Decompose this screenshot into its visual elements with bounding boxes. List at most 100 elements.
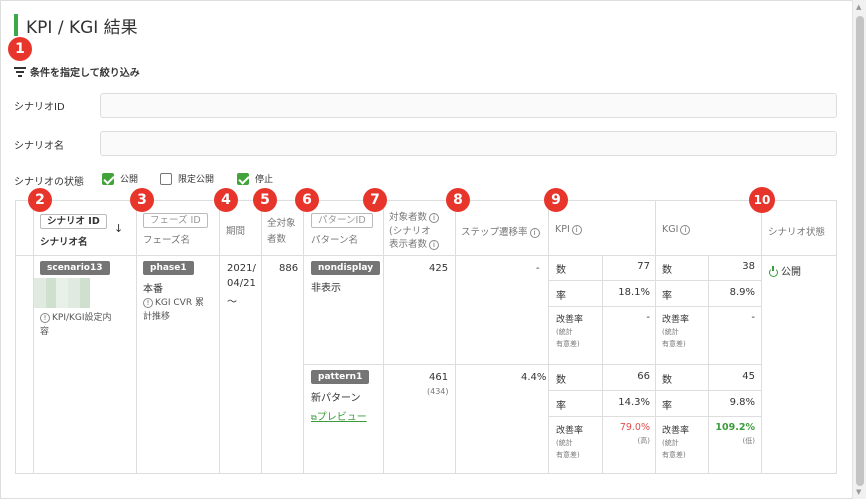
step-rate: - xyxy=(536,263,540,274)
checkbox-checked-icon xyxy=(102,172,114,185)
column-pattern-name[interactable]: パターン名 xyxy=(311,232,358,246)
info-icon[interactable]: i xyxy=(429,239,440,250)
kgi-count: 38 xyxy=(742,261,755,272)
kpi-count: 77 xyxy=(637,261,650,272)
sort-phase-id-button[interactable]: フェーズ ID xyxy=(143,213,208,228)
column-total-line1: 全対象 xyxy=(267,218,296,229)
kpi-rate-label: 率 xyxy=(556,401,566,412)
vertical-scrollbar[interactable]: ▲ ▼ xyxy=(852,0,866,499)
status-option-label: 公開 xyxy=(120,175,139,185)
column-scenario-status: シナリオ状態 xyxy=(768,227,826,238)
kgi-rate-label: 率 xyxy=(662,401,672,412)
column-target-line2: (シナリオ xyxy=(389,226,431,237)
period-line3: 〜 xyxy=(227,297,237,308)
kpi-improvement: 79.0% xyxy=(619,422,650,433)
sort-scenario-id-button[interactable]: シナリオ ID xyxy=(40,214,107,229)
info-icon: ! xyxy=(40,312,50,323)
annotation-badge-7: 7 xyxy=(363,188,387,212)
kpi-imp-sub1: (統計 xyxy=(556,328,573,336)
checkbox-checked-icon xyxy=(237,172,249,185)
kpi-imp-sub2: 有意差) xyxy=(556,451,580,459)
total-count: 886 xyxy=(279,263,299,274)
kpi-setting-link[interactable]: ! KPI/KGI設定内 xyxy=(40,310,112,323)
phase-id-tag[interactable]: phase1 xyxy=(143,261,194,275)
scenario-name-input[interactable] xyxy=(100,131,837,156)
kgi-count-label: 数 xyxy=(662,265,672,276)
column-period: 期間 xyxy=(226,226,246,237)
kpi-significance: (高) xyxy=(637,437,650,445)
kpi-rate-label: 率 xyxy=(556,291,566,302)
checkbox-unchecked-icon xyxy=(160,172,172,185)
annotation-badge-2: 2 xyxy=(28,188,52,212)
target-count-displayed: (434) xyxy=(427,387,449,396)
kpi-setting-link-cont: 容 xyxy=(40,327,50,337)
scenario-status: 公開 xyxy=(769,263,801,278)
scroll-down-icon[interactable]: ▼ xyxy=(856,488,861,496)
kpi-rate: 18.1% xyxy=(618,287,650,298)
scroll-up-icon[interactable]: ▲ xyxy=(856,3,861,11)
pattern-name: 非表示 xyxy=(311,283,341,294)
kpi-imp-sub1: (統計 xyxy=(556,439,573,447)
status-label: シナリオの状態 xyxy=(14,177,84,188)
title-accent xyxy=(14,14,18,36)
filter-icon xyxy=(14,67,26,77)
kpi-improvement: - xyxy=(646,312,650,323)
annotation-badge-4: 4 xyxy=(214,188,238,212)
kgi-improvement: - xyxy=(751,312,755,323)
annotation-badge-3: 3 xyxy=(130,188,154,212)
preview-link[interactable]: ⧉プレビュー xyxy=(311,408,367,423)
status-checkbox-public[interactable]: 公開 xyxy=(102,172,138,185)
info-icon[interactable]: i xyxy=(571,224,582,235)
sort-arrow-icon[interactable]: ↓ xyxy=(114,222,123,235)
scrollbar-thumb[interactable] xyxy=(856,16,864,486)
kgi-improvement: 109.2% xyxy=(715,422,755,433)
scenario-name-redacted xyxy=(34,278,90,308)
target-count: 425 xyxy=(429,263,449,274)
column-phase-name[interactable]: フェーズ名 xyxy=(143,232,190,246)
kgi-rate: 8.9% xyxy=(729,287,755,298)
column-kgi: KGI i xyxy=(662,224,691,235)
scenario-id-tag[interactable]: scenario13 xyxy=(40,261,110,275)
kgi-imp-sub1: (統計 xyxy=(662,328,679,336)
annotation-badge-6: 6 xyxy=(295,188,319,212)
info-icon[interactable]: i xyxy=(529,227,540,238)
filter-toggle[interactable]: 条件を指定して絞り込み xyxy=(14,64,140,79)
target-count: 461 xyxy=(429,372,449,383)
power-icon xyxy=(769,265,778,277)
column-step-rate: ステップ遷移率 i xyxy=(461,224,540,238)
pattern-name: 新パターン xyxy=(311,393,361,404)
kpi-count-label: 数 xyxy=(556,265,566,276)
pattern-id-tag[interactable]: nondisplay xyxy=(311,261,381,275)
info-icon[interactable]: i xyxy=(680,224,691,235)
kgi-count: 45 xyxy=(742,371,755,382)
column-target-line1: 対象者数 i xyxy=(389,209,440,223)
kgi-imp-sub1: (統計 xyxy=(662,439,679,447)
kgi-imp-label: 改善率 xyxy=(662,426,690,436)
period-line2: 04/21 xyxy=(227,278,256,289)
sort-pattern-id-button[interactable]: パターンID xyxy=(311,213,373,228)
kpi-imp-label: 改善率 xyxy=(556,426,584,436)
column-scenario-name[interactable]: シナリオ名 xyxy=(40,234,88,248)
kpi-rate: 14.3% xyxy=(618,397,650,408)
period-line1: 2021/ xyxy=(227,263,256,274)
step-rate: 4.4% xyxy=(521,372,547,383)
kgi-significance: (低) xyxy=(742,437,755,445)
kgi-count-label: 数 xyxy=(662,375,672,386)
scenario-id-input[interactable] xyxy=(100,93,837,118)
info-icon[interactable]: i xyxy=(429,212,440,223)
kpi-imp-label: 改善率 xyxy=(556,315,584,325)
page-title: KPI / KGI 結果 xyxy=(26,18,138,38)
column-target-line3: 表示者数 i xyxy=(389,236,440,250)
column-kpi: KPI i xyxy=(555,224,582,235)
status-checkbox-limited[interactable]: 限定公開 xyxy=(160,172,214,185)
kgi-imp-label: 改善率 xyxy=(662,315,690,325)
phase-note-cont: 計推移 xyxy=(143,312,171,322)
kpi-count: 66 xyxy=(637,371,650,382)
status-option-label: 停止 xyxy=(255,175,274,185)
scenario-name-label: シナリオ名 xyxy=(14,141,64,152)
kgi-rate: 9.8% xyxy=(729,397,755,408)
kpi-count-label: 数 xyxy=(556,375,566,386)
annotation-badge-5: 5 xyxy=(253,188,277,212)
status-checkbox-stopped[interactable]: 停止 xyxy=(237,172,273,185)
pattern-id-tag[interactable]: pattern1 xyxy=(311,370,370,384)
